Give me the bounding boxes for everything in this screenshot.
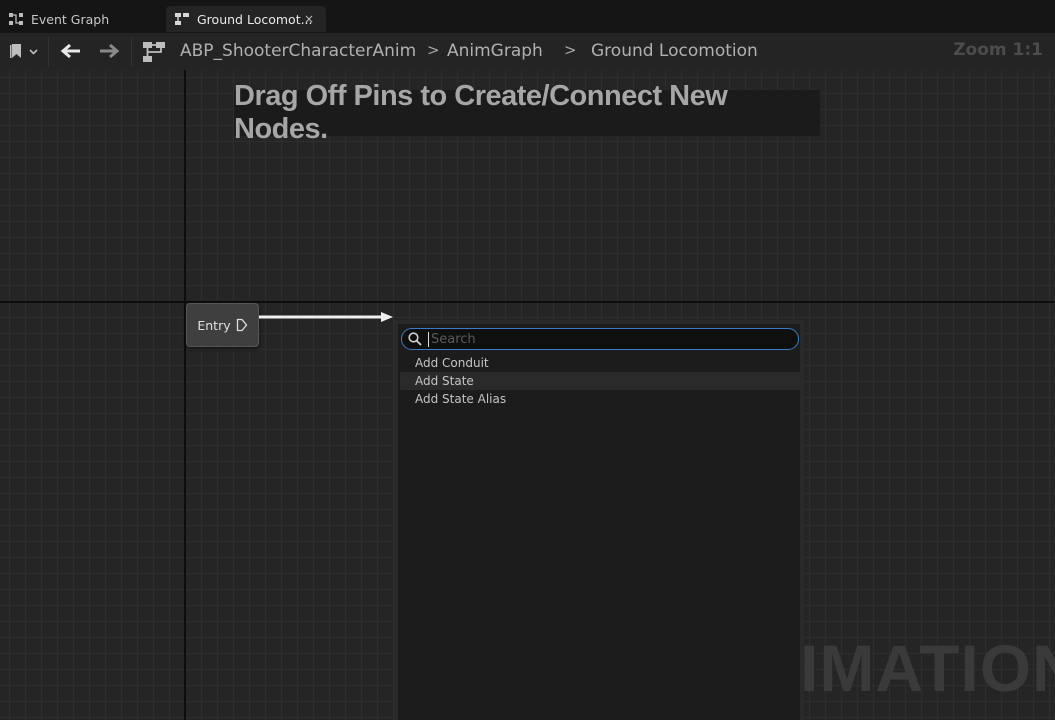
tab-label: Event Graph [31, 11, 110, 27]
breadcrumb-item[interactable]: AnimGraph [447, 40, 543, 62]
tab-bar: Event Graph Ground Locomot... × [0, 0, 1055, 34]
state-machine-icon [143, 42, 165, 62]
search-box[interactable] [401, 328, 799, 350]
add-node-context-menu: Add Conduit Add State Add State Alias [394, 320, 804, 720]
arrow-left-icon [60, 43, 80, 59]
forward-button[interactable] [98, 42, 120, 60]
tab-label: Ground Locomot... [197, 11, 313, 27]
connection-wire [259, 312, 393, 322]
exec-pin-icon[interactable] [236, 318, 248, 332]
menu-item-add-state[interactable]: Add State [400, 372, 800, 390]
breadcrumb-item[interactable]: Ground Locomotion [591, 40, 758, 62]
state-machine-graph-button[interactable] [141, 40, 167, 64]
graph-origin-axis [0, 301, 1055, 303]
tab-event-graph[interactable]: Event Graph [0, 6, 165, 32]
menu-item-add-state-alias[interactable]: Add State Alias [400, 390, 800, 408]
search-icon [408, 332, 422, 346]
entry-node[interactable]: Entry [186, 303, 259, 347]
breadcrumb-separator: > [564, 41, 577, 59]
state-machine-icon [175, 13, 189, 25]
bookmark-icon [10, 44, 38, 58]
back-button[interactable] [60, 42, 82, 60]
search-input[interactable] [428, 331, 771, 347]
close-icon[interactable]: × [304, 12, 314, 26]
tab-ground-locomotion[interactable]: Ground Locomot... × [166, 6, 326, 32]
breadcrumb-separator: > [427, 41, 440, 59]
toolbar-divider [131, 37, 132, 67]
breadcrumb-item[interactable]: ABP_ShooterCharacterAnim [180, 40, 416, 62]
arrow-right-icon [100, 43, 120, 59]
event-graph-icon [9, 13, 23, 25]
menu-item-add-conduit[interactable]: Add Conduit [400, 354, 800, 372]
zoom-level: Zoom 1:1 [953, 40, 1043, 60]
graph-hint-text: Drag Off Pins to Create/Connect New Node… [234, 80, 820, 145]
graph-toolbar: ABP_ShooterCharacterAnim > AnimGraph > G… [0, 33, 1055, 70]
graph-origin-axis [184, 70, 186, 720]
toolbar-divider [48, 37, 49, 67]
entry-node-label: Entry [197, 317, 231, 333]
graph-type-watermark: IMATION [800, 631, 1055, 705]
bookmark-dropdown-button[interactable] [8, 42, 38, 60]
